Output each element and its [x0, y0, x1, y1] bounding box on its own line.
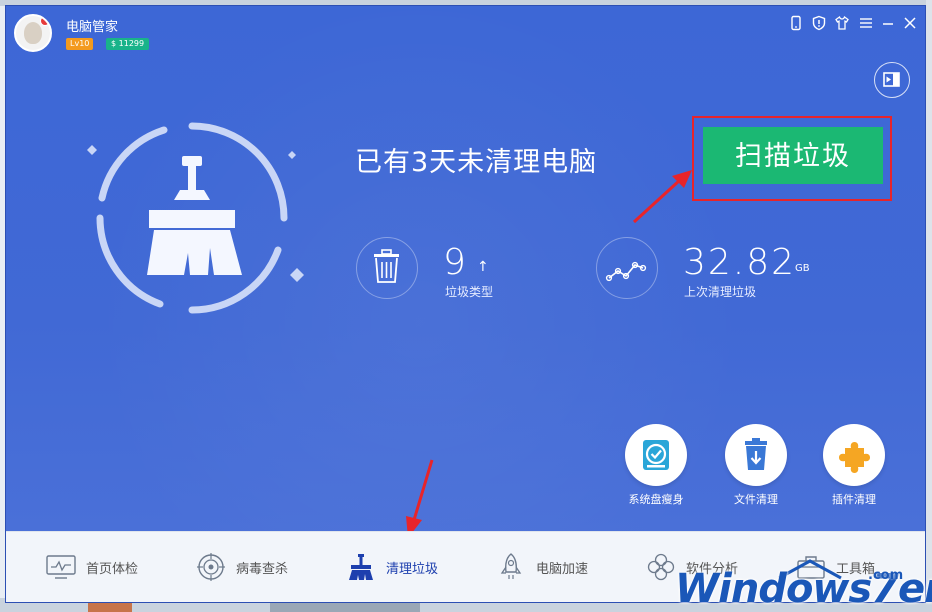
- desktop-background-right: [926, 0, 932, 612]
- file-cleanup-button[interactable]: [725, 424, 787, 486]
- last-cleanup-label: 上次清理垃圾: [684, 285, 757, 299]
- app-title: 电脑管家: [66, 20, 119, 35]
- phone-icon[interactable]: [788, 15, 804, 31]
- panel-collapse-icon: [883, 72, 900, 87]
- shirt-icon[interactable]: [834, 15, 850, 31]
- line-chart-icon: [605, 261, 647, 282]
- system-disk-slim-button[interactable]: [625, 424, 687, 486]
- disk-check-icon: [643, 440, 669, 470]
- nav-item-home-checkup[interactable]: 首页体检: [46, 532, 138, 602]
- coin-badge[interactable]: $ 11299: [106, 38, 150, 50]
- puzzle-icon: [839, 442, 870, 473]
- title-bar: 电脑管家 Lv10 $ 11299: [6, 6, 925, 58]
- junk-types-value: 9: [443, 242, 468, 283]
- last-cleanup-value: 32.82: [683, 242, 797, 283]
- broom-icon: [346, 552, 376, 582]
- nav-item-pc-speedup[interactable]: 电脑加速: [496, 532, 588, 602]
- broom-icon: [147, 156, 242, 275]
- file-cleanup-label: 文件清理: [734, 493, 778, 506]
- collapse-panel-button[interactable]: [874, 62, 910, 98]
- nav-item-label: 病毒查杀: [236, 561, 289, 577]
- nav-item-junk-cleanup[interactable]: 清理垃圾: [346, 532, 438, 602]
- last-cleanup-unit: GB: [795, 263, 810, 274]
- sparkle-icon: [290, 268, 304, 282]
- annotation-arrow: [406, 459, 434, 538]
- nav-item-label: 清理垃圾: [386, 561, 439, 577]
- plugin-cleanup-button[interactable]: [823, 424, 885, 486]
- page-headline: 已有3天未清理电脑: [355, 147, 598, 178]
- close-icon[interactable]: [902, 15, 918, 31]
- notification-dot: [40, 16, 50, 26]
- nav-item-label: 电脑加速: [536, 561, 589, 577]
- shield-icon[interactable]: [811, 15, 827, 31]
- scan-junk-button[interactable]: 扫描垃圾: [703, 127, 883, 184]
- menu-icon[interactable]: [858, 15, 874, 31]
- level-badge[interactable]: Lv10: [66, 38, 94, 50]
- minimize-icon[interactable]: [880, 15, 896, 31]
- file-trash-icon: [745, 438, 767, 470]
- trash-icon: [374, 249, 399, 283]
- site-watermark: Windows7en .com: [675, 558, 932, 612]
- sparkle-icon: [87, 145, 97, 155]
- monitor-icon: [46, 552, 76, 582]
- trend-up-icon: ↑: [477, 259, 489, 275]
- sparkle-icon: [288, 151, 296, 159]
- flower-icon: [646, 552, 676, 582]
- nav-item-label: 首页体检: [86, 561, 139, 577]
- crosshair-icon: [196, 552, 226, 582]
- main-window: 电脑管家 Lv10 $ 11299 已有3天未清理电脑 扫描垃圾 9 ↑ 垃圾类…: [6, 6, 925, 602]
- junk-types-stat: [356, 237, 418, 299]
- junk-types-label: 垃圾类型: [445, 285, 494, 299]
- watermark-suffix: .com: [868, 568, 904, 583]
- nav-item-virus-scan[interactable]: 病毒查杀: [196, 532, 288, 602]
- rocket-icon: [496, 552, 526, 582]
- avatar[interactable]: [14, 14, 52, 52]
- cleanup-ring-graphic: [92, 118, 292, 318]
- plugin-cleanup-label: 插件清理: [832, 493, 876, 506]
- last-cleanup-stat: [596, 237, 658, 299]
- annotation-arrow: [632, 170, 692, 224]
- system-disk-slim-label: 系统盘瘦身: [628, 493, 684, 506]
